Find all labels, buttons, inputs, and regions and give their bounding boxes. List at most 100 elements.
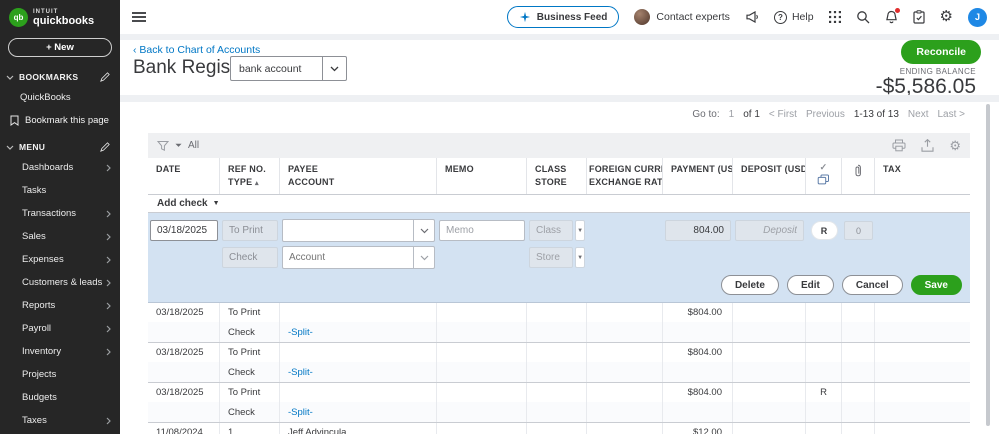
next-page-link[interactable]: Next: [908, 109, 929, 120]
apps-grid-icon[interactable]: [829, 11, 841, 23]
split-link[interactable]: -Split-: [280, 402, 437, 422]
bookmarks-title: BOOKMARKS: [19, 72, 78, 82]
save-button[interactable]: Save: [911, 275, 962, 295]
search-icon[interactable]: [856, 10, 870, 24]
attachment-count-field[interactable]: 0: [844, 221, 873, 240]
col-header-refno-type[interactable]: REF NO.TYPE ▴: [220, 158, 280, 194]
class-dropdown-button[interactable]: ▼: [575, 220, 585, 241]
col-header-attachments[interactable]: [842, 158, 875, 194]
filter-dropdown-icon[interactable]: [175, 143, 182, 148]
bank-register-table: All ⚙ DATE REF NO.TYPE ▴ PAYEEACCOUNT ME…: [148, 133, 970, 434]
reconcile-status: R: [806, 383, 842, 402]
store-dropdown-button[interactable]: ▼: [575, 247, 585, 268]
col-header-date[interactable]: DATE: [148, 158, 220, 194]
settings-gear-icon[interactable]: ⚙: [940, 10, 953, 24]
transaction-edit-row: To Print ▼ R 0: [148, 213, 970, 303]
edit-button[interactable]: Edit: [787, 275, 834, 295]
delete-button[interactable]: Delete: [721, 275, 779, 295]
table-row[interactable]: 03/18/2025 To Print $804.00 Check -Split…: [148, 303, 970, 343]
class-input[interactable]: [529, 220, 573, 241]
business-feed-button[interactable]: Business Feed: [507, 6, 620, 28]
sort-asc-icon: ▴: [255, 180, 259, 187]
print-icon[interactable]: [892, 139, 906, 152]
account-input[interactable]: [283, 247, 413, 268]
page-of-label: of 1: [743, 109, 760, 120]
table-row[interactable]: 03/18/2025 To Print $804.00 R Check -Spl…: [148, 383, 970, 423]
chevron-right-icon: [106, 164, 111, 172]
table-header-row: DATE REF NO.TYPE ▴ PAYEEACCOUNT MEMO CLA…: [148, 158, 970, 195]
previous-page-link[interactable]: Previous: [806, 109, 845, 120]
page-number-input[interactable]: 1: [729, 109, 735, 120]
payee-dropdown-button[interactable]: [413, 220, 434, 241]
announcements-megaphone-icon[interactable]: [745, 11, 759, 23]
col-header-payment[interactable]: PAYMENT (USD): [663, 158, 733, 194]
store-input[interactable]: [529, 247, 573, 268]
sidebar-item-reports[interactable]: Reports: [0, 294, 120, 317]
sidebar-item-transactions[interactable]: Transactions: [0, 202, 120, 225]
sidebar-item-taxes[interactable]: Taxes: [0, 409, 120, 432]
col-header-class-store[interactable]: CLASSSTORE: [527, 158, 587, 194]
table-settings-gear-icon[interactable]: ⚙: [949, 139, 961, 153]
edit-pencil-icon[interactable]: [100, 72, 110, 82]
table-row[interactable]: 03/18/2025 To Print $804.00 Check -Split…: [148, 343, 970, 383]
edit-pencil-icon[interactable]: [100, 142, 110, 152]
bookmarks-section-header[interactable]: BOOKMARKS: [0, 67, 120, 86]
chevron-right-icon: [106, 325, 111, 333]
collapse-menu-icon[interactable]: [132, 10, 146, 24]
sidebar-item-sales[interactable]: Sales: [0, 225, 120, 248]
col-header-memo[interactable]: MEMO: [437, 158, 527, 194]
table-row[interactable]: 11/08/2024 1 Jeff Advincula $12.00: [148, 423, 970, 434]
back-to-chart-of-accounts-link[interactable]: ‹ Back to Chart of Accounts: [133, 44, 260, 56]
sidebar-item-budgets[interactable]: Budgets: [0, 386, 120, 409]
sidebar-item-expenses[interactable]: Expenses: [0, 248, 120, 271]
sidebar-item-tasks[interactable]: Tasks: [0, 179, 120, 202]
add-check-dropdown[interactable]: Add check ▼: [148, 195, 970, 213]
menu-section-header[interactable]: MENU: [0, 137, 120, 156]
deposit-input[interactable]: [735, 220, 804, 241]
first-page-link[interactable]: < First: [769, 109, 797, 120]
contact-experts-button[interactable]: Contact experts: [634, 9, 730, 25]
bookmark-this-page[interactable]: Bookmark this page: [0, 109, 120, 131]
chevron-down-icon: [6, 145, 14, 150]
export-icon[interactable]: [921, 139, 934, 152]
quickbooks-wordmark: quickbooks: [33, 16, 94, 27]
sidebar-item-inventory[interactable]: Inventory: [0, 340, 120, 363]
col-header-deposit[interactable]: DEPOSIT (USD): [733, 158, 806, 194]
help-button[interactable]: ? Help: [774, 11, 814, 24]
col-header-reconcile[interactable]: ✓: [806, 158, 842, 194]
filter-value[interactable]: All: [188, 140, 199, 151]
payment-input[interactable]: [665, 220, 731, 241]
vertical-scrollbar[interactable]: [986, 104, 990, 426]
menu-title: MENU: [19, 142, 45, 152]
tax-cell: [875, 217, 970, 244]
notifications-bell-icon[interactable]: [885, 10, 898, 24]
col-header-tax[interactable]: TAX: [875, 158, 970, 194]
sidebar-item-payroll[interactable]: Payroll: [0, 317, 120, 340]
quickbooks-logo[interactable]: qb INTUIT quickbooks: [0, 0, 120, 31]
top-navigation: Business Feed Contact experts ? Help: [120, 0, 999, 34]
reconcile-button[interactable]: Reconcile: [901, 40, 981, 64]
tasks-clipboard-icon[interactable]: [913, 10, 925, 24]
memo-input[interactable]: [439, 220, 525, 241]
account-dropdown-button[interactable]: [413, 247, 434, 268]
copy-icon[interactable]: [817, 174, 830, 185]
sidebar-item-dashboards[interactable]: Dashboards: [0, 156, 120, 179]
col-header-payee-account[interactable]: PAYEEACCOUNT: [280, 158, 437, 194]
payee-input[interactable]: [283, 220, 413, 241]
split-link[interactable]: -Split-: [280, 322, 437, 342]
last-page-link[interactable]: Last >: [937, 109, 965, 120]
split-link[interactable]: -Split-: [280, 362, 437, 382]
bank-account-selector[interactable]: bank account: [230, 56, 347, 81]
payee-combobox[interactable]: [282, 219, 435, 242]
account-combobox[interactable]: [282, 246, 435, 269]
cancel-button[interactable]: Cancel: [842, 275, 903, 295]
sidebar-item-customers-leads[interactable]: Customers & leads: [0, 271, 120, 294]
user-avatar[interactable]: J: [968, 8, 987, 27]
new-button[interactable]: + New: [8, 38, 112, 57]
sidebar-item-projects[interactable]: Projects: [0, 363, 120, 386]
filter-funnel-icon[interactable]: [157, 140, 169, 152]
date-input[interactable]: [150, 220, 218, 241]
bookmark-item-quickbooks[interactable]: QuickBooks: [0, 86, 120, 109]
col-header-foreign-currency[interactable]: FOREIGN CURRENCYEXCHANGE RATE: [587, 158, 663, 194]
reconcile-status-toggle[interactable]: R: [811, 221, 838, 240]
